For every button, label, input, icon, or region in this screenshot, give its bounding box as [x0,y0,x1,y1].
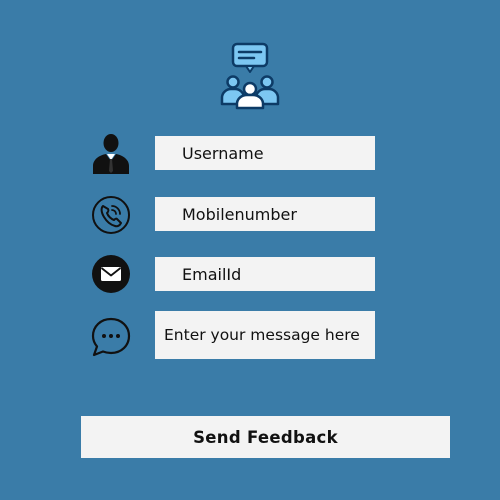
mail-icon [92,255,130,293]
user-icon [93,134,129,174]
email-field[interactable]: EmailId [155,257,375,291]
phone-icon [92,196,130,234]
username-field[interactable]: Username [155,136,375,170]
feedback-group-icon [220,42,280,110]
message-field[interactable]: Enter your message here [155,311,375,359]
mobile-number-field[interactable]: Mobilenumber [155,197,375,231]
chat-bubble-icon [91,317,131,357]
send-feedback-button[interactable]: Send Feedback [81,416,450,458]
